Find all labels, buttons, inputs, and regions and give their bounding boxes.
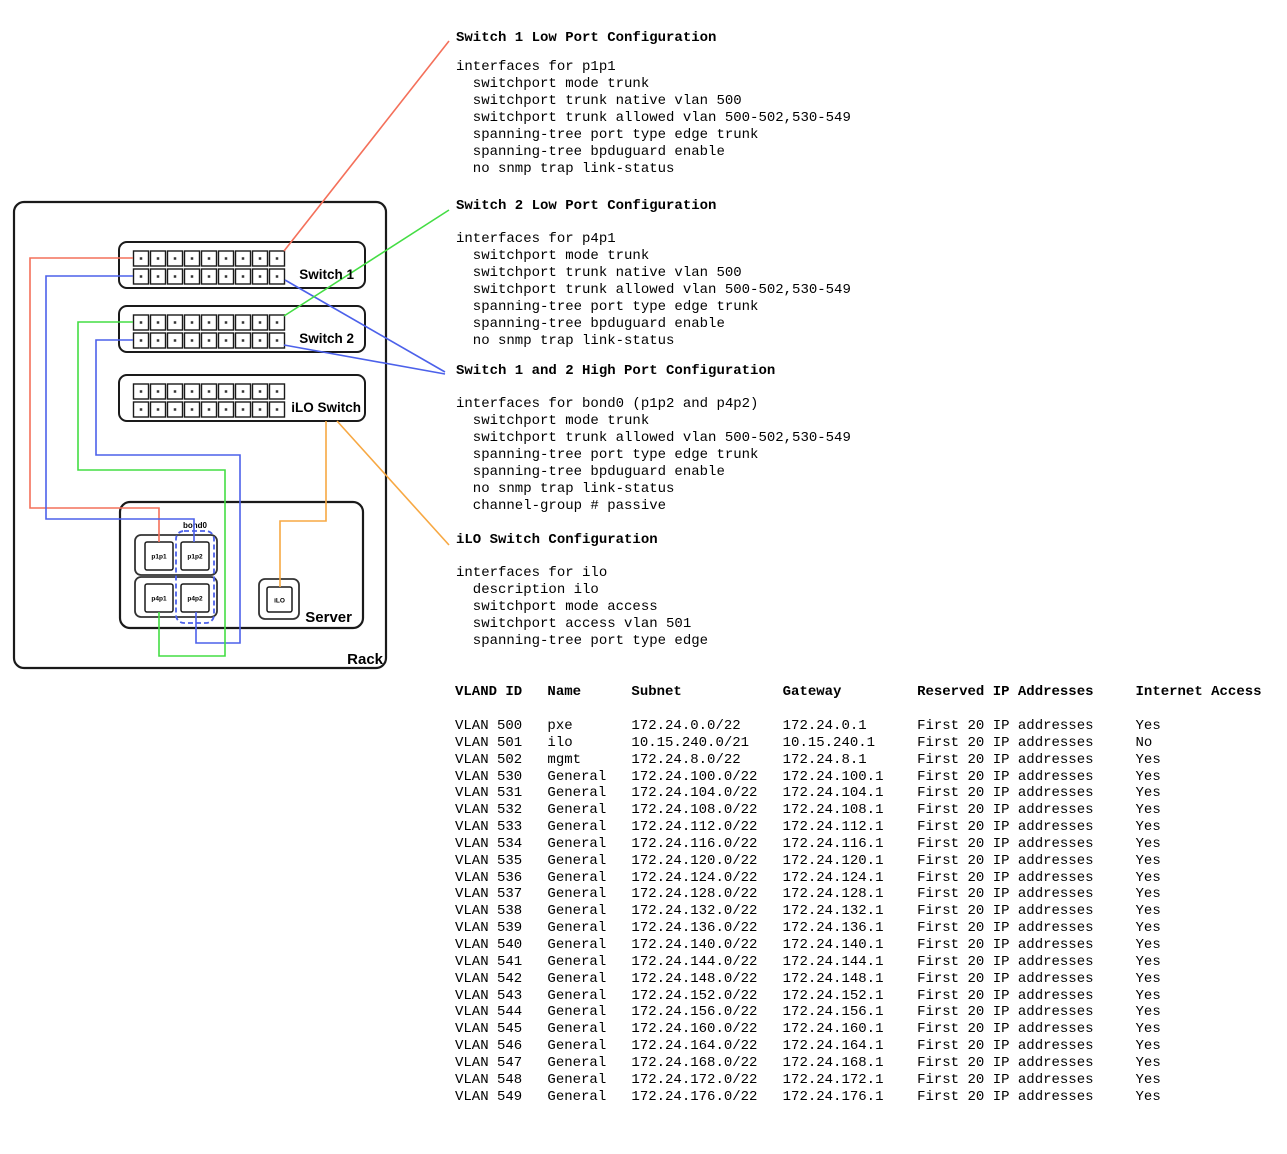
network-diagram: p1p1 p1p2 p4p1 p4p2 bond0 iLO Switch 1 S…: [0, 0, 460, 690]
config-title-ilo-switch: iLO Switch Configuration: [456, 532, 658, 549]
switch-port-dot: [191, 275, 194, 278]
switch-port-dot: [208, 257, 211, 260]
port-label-p1p1: p1p1: [151, 554, 167, 561]
config-title-switch2-low: Switch 2 Low Port Configuration: [456, 198, 716, 215]
switch-port-dot: [208, 408, 211, 411]
switch-port-dot: [259, 275, 262, 278]
switch-port-dot: [191, 339, 194, 342]
switch-port-dot: [140, 321, 143, 324]
switch-port-dot: [208, 390, 211, 393]
switch-port-dot: [191, 257, 194, 260]
switch-port-dot: [225, 390, 228, 393]
config-body-switch1-low: interfaces for p1p1 switchport mode trun…: [456, 59, 851, 178]
config-title-switch1-low: Switch 1 Low Port Configuration: [456, 30, 716, 47]
switch-port-dot: [140, 275, 143, 278]
port-label-p1p2: p1p2: [187, 554, 203, 561]
switch-port-dot: [259, 339, 262, 342]
switch-port-dot: [174, 257, 177, 260]
ilo-switch-label: iLO Switch: [291, 400, 361, 415]
switch-port-dot: [208, 339, 211, 342]
switch-port-dot: [276, 275, 279, 278]
switch-port-dot: [276, 390, 279, 393]
switch-port-dot: [174, 408, 177, 411]
switch-port-dot: [157, 321, 160, 324]
switch-port-dot: [157, 257, 160, 260]
switch-port-dot: [191, 390, 194, 393]
switch-port-dot: [157, 275, 160, 278]
switch-port-dot: [225, 408, 228, 411]
page: p1p1 p1p2 p4p1 p4p2 bond0 iLO Switch 1 S…: [0, 0, 1287, 1154]
port-label-p4p2: p4p2: [187, 596, 203, 603]
switch-port-dot: [242, 408, 245, 411]
switch-port-dot: [242, 390, 245, 393]
switch-port-dot: [174, 339, 177, 342]
switch-port-dot: [140, 339, 143, 342]
switch-port-dot: [259, 257, 262, 260]
switch-port-dot: [191, 408, 194, 411]
switch-port-dot: [259, 321, 262, 324]
switch-port-dot: [174, 390, 177, 393]
switch-port-dot: [242, 257, 245, 260]
switch-port-dot: [157, 339, 160, 342]
switch-port-dot: [259, 408, 262, 411]
switch-port-dot: [242, 339, 245, 342]
switch-port-dot: [276, 339, 279, 342]
switch-port-dot: [242, 275, 245, 278]
port-label-p4p1: p4p1: [151, 596, 167, 603]
switch-port-dot: [242, 321, 245, 324]
switch-port-dot: [208, 275, 211, 278]
port-label-ilo: iLO: [274, 598, 285, 605]
switch-port-dot: [276, 321, 279, 324]
switch-port-dot: [259, 390, 262, 393]
switch-port-dot: [191, 321, 194, 324]
switch-2-label: Switch 2: [299, 331, 354, 346]
config-title-high-port: Switch 1 and 2 High Port Configuration: [456, 363, 775, 380]
switch-port-dot: [276, 257, 279, 260]
vlan-table-rows: VLAN 500 pxe 172.24.0.0/22 172.24.0.1 Fi…: [455, 718, 1161, 1105]
switch-port-dot: [208, 321, 211, 324]
switch-port-dot: [157, 408, 160, 411]
switch-port-dot: [140, 408, 143, 411]
bond0-label: bond0: [183, 521, 208, 530]
switch-port-dot: [225, 275, 228, 278]
switch-port-dot: [276, 408, 279, 411]
config-body-high-port: interfaces for bond0 (p1p2 and p4p2) swi…: [456, 396, 851, 515]
config-body-switch2-low: interfaces for p4p1 switchport mode trun…: [456, 231, 851, 350]
switch-port-dot: [174, 275, 177, 278]
switch-port-dot: [225, 321, 228, 324]
switch-port-dot: [225, 257, 228, 260]
switch-port-dot: [140, 390, 143, 393]
rack-label: Rack: [347, 651, 384, 668]
switch-port-dot: [225, 339, 228, 342]
vlan-table-header: VLAND ID Name Subnet Gateway Reserved IP…: [455, 684, 1262, 701]
config-body-ilo-switch: interfaces for ilo description ilo switc…: [456, 565, 708, 650]
switch-port-dot: [157, 390, 160, 393]
switch-port-dot: [140, 257, 143, 260]
server-label: Server: [305, 609, 352, 626]
switch-1-label: Switch 1: [299, 267, 354, 282]
switch-port-dot: [174, 321, 177, 324]
